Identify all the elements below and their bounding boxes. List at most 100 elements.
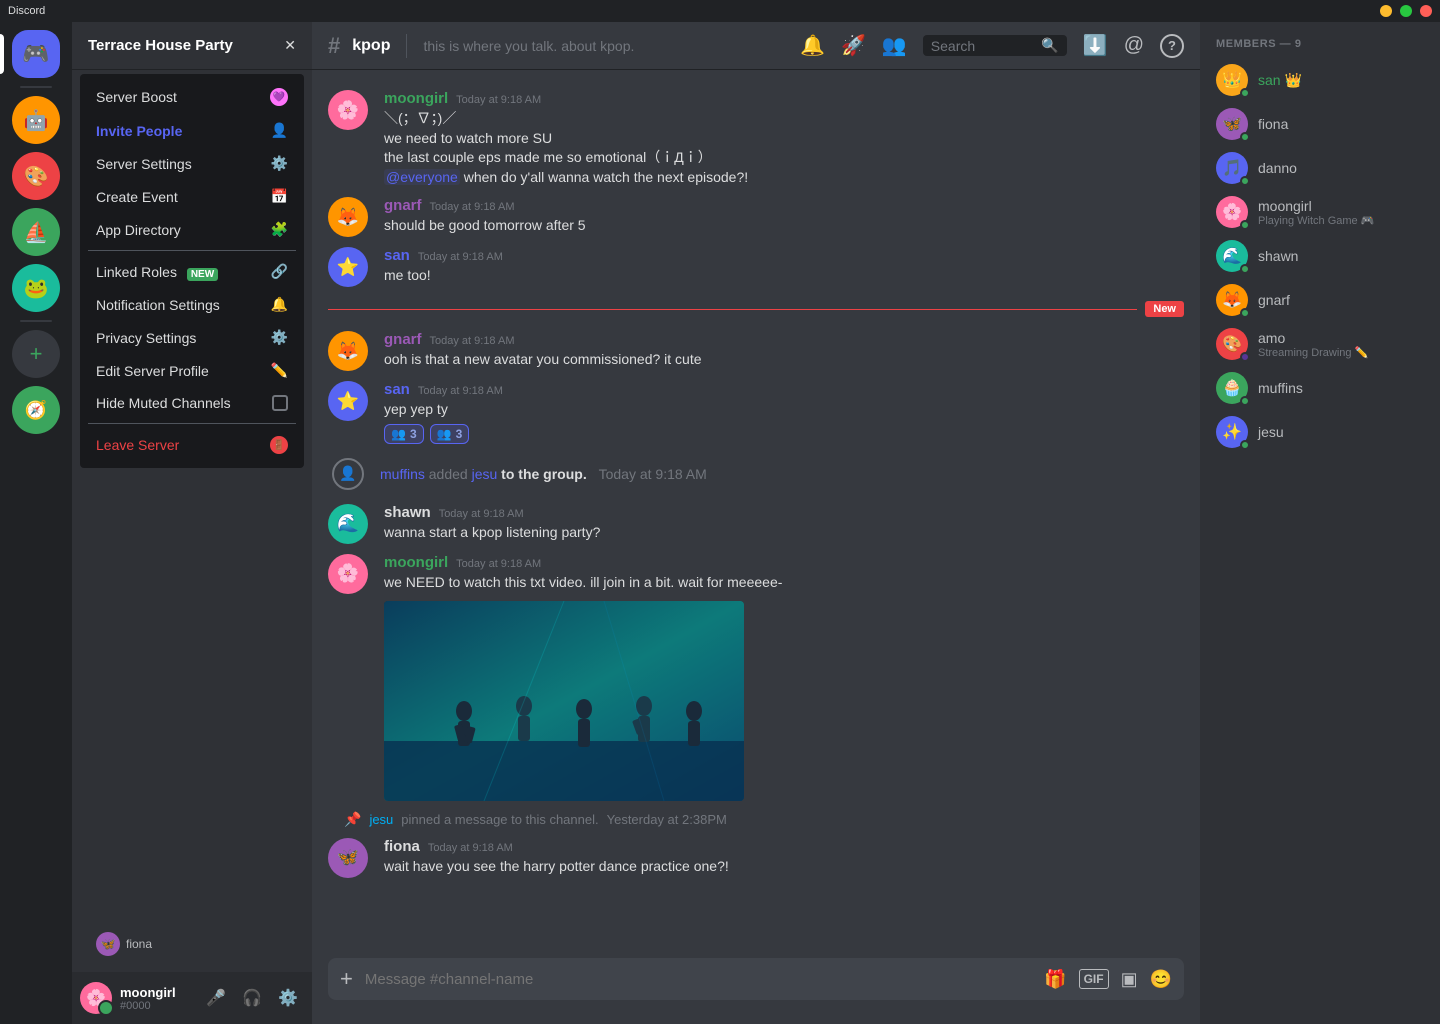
system-message: 👤 muffins added jesu to the group. Today… [312, 450, 1200, 498]
help-header-icon[interactable]: ? [1160, 34, 1184, 58]
reaction-1[interactable]: 👥 3 [384, 424, 424, 444]
message-text: the last couple eps made me so emotional… [384, 148, 1184, 168]
reactions: 👥 3 👥 3 [384, 424, 1184, 444]
maximize-button[interactable]: □ [1400, 5, 1412, 17]
gift-icon[interactable]: 🎁 [1044, 969, 1066, 990]
server-icon-3[interactable]: ⛵ [12, 208, 60, 256]
close-button[interactable]: × [1420, 5, 1432, 17]
avatar: 🦋 [1216, 108, 1248, 140]
leave-server-label: Leave Server [96, 437, 179, 453]
search-bar[interactable]: Search 🔍 [923, 35, 1067, 56]
avatar: 🦋 [328, 838, 368, 878]
message-content: san Today at 9:18 AM yep yep ty 👥 3 👥 3 [384, 381, 1184, 444]
headphones-button[interactable]: 🎧 [236, 982, 268, 1014]
gif-icon[interactable]: GIF [1079, 969, 1109, 989]
system-user-jesu: jesu [472, 466, 498, 482]
member-item[interactable]: 🎨 amo Streaming Drawing ✏️ [1208, 322, 1432, 366]
server-icon-1[interactable]: 🤖 [12, 96, 60, 144]
invite-people-label: Invite People [96, 123, 182, 139]
server-icon-discord[interactable]: 🎮 [12, 30, 60, 78]
calendar-icon: 📅 [271, 188, 288, 205]
server-icon-4[interactable]: 🐸 [12, 264, 60, 312]
message-group: ⭐ san Today at 9:18 AM yep yep ty 👥 3 👥 [312, 377, 1200, 448]
muted-channels-checkbox[interactable] [272, 395, 288, 411]
explore-servers[interactable]: 🧭 [12, 386, 60, 434]
message-content: gnarf Today at 9:18 AM should be good to… [384, 197, 1184, 237]
user-settings-button[interactable]: ⚙️ [272, 982, 304, 1014]
dropdown-edit-server-profile[interactable]: Edit Server Profile ✏️ [88, 354, 296, 387]
user-controls: 🎤 🎧 ⚙️ [200, 982, 304, 1014]
member-name: danno [1258, 160, 1297, 176]
reaction-emoji-1: 👥 [391, 427, 406, 441]
member-status: Playing Witch Game 🎮 [1258, 214, 1374, 227]
current-user-name: moongirl [120, 985, 192, 1000]
member-info: moongirl Playing Witch Game 🎮 [1258, 198, 1374, 227]
video-embed[interactable]: ▶ [384, 601, 744, 801]
apps-icon: 🧩 [271, 221, 288, 238]
system-icon: 👤 [328, 454, 368, 494]
dropdown-server-boost[interactable]: Server Boost 💜 [88, 80, 296, 114]
online-status-dot [1240, 176, 1250, 186]
member-item[interactable]: 🦊 gnarf [1208, 278, 1432, 322]
titlebar: Discord − □ × [0, 0, 1440, 22]
member-item[interactable]: 🌸 moongirl Playing Witch Game 🎮 [1208, 190, 1432, 234]
microphone-button[interactable]: 🎤 [200, 982, 232, 1014]
dropdown-hide-muted-channels[interactable]: Hide Muted Channels [88, 387, 296, 419]
dropdown-app-directory[interactable]: App Directory 🧩 [88, 213, 296, 246]
dropdown-privacy-settings[interactable]: Privacy Settings ⚙️ [88, 321, 296, 354]
avatar: 🎵 [1216, 152, 1248, 184]
message-input[interactable] [365, 960, 1032, 999]
member-item[interactable]: 🧁 muffins [1208, 366, 1432, 410]
bell-header-icon[interactable]: 🔔 [800, 33, 825, 58]
dropdown-divider-2 [88, 423, 296, 424]
add-server-button[interactable]: + [12, 330, 60, 378]
server-header[interactable]: Terrace House Party ✕ [72, 22, 312, 70]
server-rail-divider-2 [20, 320, 52, 322]
message-timestamp: Today at 9:18 AM [418, 251, 503, 263]
member-item[interactable]: 🦋 fiona [1208, 102, 1432, 146]
message-header: shawn Today at 9:18 AM [384, 504, 1184, 521]
leave-server-icon: 🚪 [270, 436, 288, 454]
reaction-2[interactable]: 👥 3 [430, 424, 470, 444]
server-icon-2[interactable]: 🎨 [12, 152, 60, 200]
member-item[interactable]: 🎵 danno [1208, 146, 1432, 190]
fiona-avatar-small: 🦋 [96, 932, 120, 956]
dropdown-server-settings[interactable]: Server Settings ⚙️ [88, 147, 296, 180]
emoji-icon[interactable]: 😊 [1150, 969, 1172, 990]
message-author: gnarf [384, 197, 422, 214]
channel-header: # kpop this is where you talk. about kpo… [312, 22, 1200, 70]
separator-line [328, 309, 1137, 310]
avatar: 🌊 [1216, 240, 1248, 272]
member-info: fiona [1258, 116, 1288, 132]
message-header: san Today at 9:18 AM [384, 381, 1184, 398]
members-header-icon[interactable]: 👥 [882, 33, 907, 58]
member-item[interactable]: ✨ jesu [1208, 410, 1432, 454]
minimize-button[interactable]: − [1380, 5, 1392, 17]
message-add-button[interactable]: + [340, 958, 353, 1000]
avatar: ⭐ [328, 247, 368, 287]
dropdown-leave-server[interactable]: Leave Server 🚪 [88, 428, 296, 462]
app-title: Discord [8, 5, 45, 17]
pin-user: jesu [369, 812, 393, 827]
dropdown-invite-people[interactable]: Invite People 👤 [88, 114, 296, 147]
message-text: wait have you see the harry potter dance… [384, 857, 1184, 877]
dropdown-create-event[interactable]: Create Event 📅 [88, 180, 296, 213]
privacy-settings-label: Privacy Settings [96, 330, 196, 346]
server-name: Terrace House Party [88, 37, 284, 54]
pin-text: pinned a message to this channel. [401, 812, 598, 827]
member-item[interactable]: 👑 san 👑 [1208, 58, 1432, 102]
mention: @everyone [384, 169, 460, 185]
dropdown-notification-settings[interactable]: Notification Settings 🔔 [88, 288, 296, 321]
server-dropdown-menu: Server Boost 💜 Invite People 👤 Server Se… [80, 74, 304, 468]
message-author: san [384, 247, 410, 264]
download-header-icon[interactable]: ⬇️ [1083, 33, 1108, 58]
dropdown-linked-roles[interactable]: Linked Roles NEW 🔗 [88, 255, 296, 288]
member-name: moongirl [1258, 198, 1374, 214]
message-input-area: + 🎁 GIF ▣ 😊 [312, 958, 1200, 1024]
apps-icon[interactable]: ▣ [1121, 969, 1138, 990]
server-rail-divider [20, 86, 52, 88]
member-item[interactable]: 🌊 shawn [1208, 234, 1432, 278]
server-settings-label: Server Settings [96, 156, 192, 172]
boost-header-icon[interactable]: 🚀 [841, 33, 866, 58]
mention-header-icon[interactable]: @ [1124, 34, 1144, 57]
